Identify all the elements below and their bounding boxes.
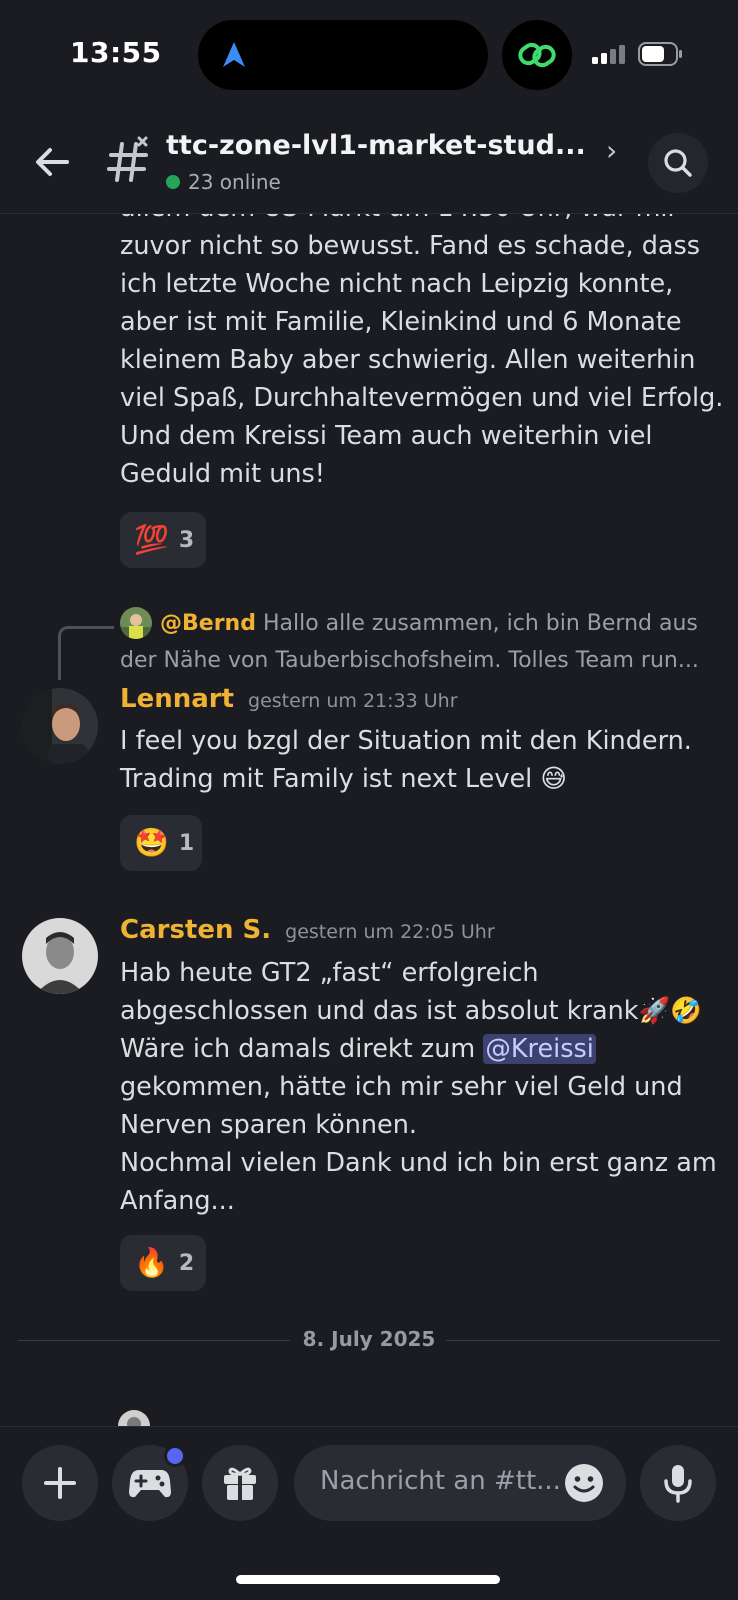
notification-badge [164,1445,186,1467]
search-icon [664,149,692,177]
reaction-fire[interactable]: 🔥 2 [120,1235,206,1291]
avatar-image [118,1410,150,1426]
message-line: kleinem Baby aber schwierig. Allen weite… [120,345,696,375]
message-line: ich letzte Woche nicht nach Leipzig konn… [120,269,674,299]
gamepad-icon [129,1470,171,1498]
avatar-image [22,688,98,764]
reaction-count: 1 [178,830,195,856]
online-label: 23 online [188,170,281,194]
battery-icon [638,42,682,66]
home-indicator[interactable] [236,1575,500,1584]
status-bar: 13:55 [0,0,738,110]
message-line: Trading mit Family ist next Level 😅 [120,764,567,794]
avatar-next[interactable] [118,1410,150,1426]
smile-icon[interactable] [564,1463,604,1503]
message-line: abgeschlossen und das ist absolut krank🚀… [120,996,703,1026]
arrow-left-icon [36,148,69,176]
message-placeholder: Nachricht an #tt... [320,1466,561,1496]
chevron-right-icon[interactable]: › [606,134,617,167]
author-name[interactable]: Lennart [120,684,234,714]
reply-preview[interactable]: @Bernd Hallo alle zusammen, ich bin Bern… [160,607,698,640]
message-line: viel Spaß, Durchhaltevermögen und viel E… [120,383,724,413]
message-line: Geduld mit uns! [120,459,326,489]
message-line: aber ist mit Familie, Kleinkind und 6 Mo… [120,307,682,337]
date-divider: 8. July 2025 [18,1326,720,1354]
signal-icon [592,45,625,64]
channel-title[interactable]: ttc-zone-lvl1-market-stud... [166,130,586,161]
search-button[interactable] [648,133,708,193]
fire-icon: 🔥 [134,1246,169,1279]
message-author-carsten[interactable]: Carsten S. gestern um 22:05 Uhr [120,915,495,945]
composer-bar: Nachricht an #tt... [0,1426,738,1600]
gift-icon [224,1467,256,1500]
link-activity-icon [502,20,572,90]
avatar-carsten[interactable] [22,918,98,994]
dynamic-island [198,20,488,90]
status-time: 13:55 [70,36,162,69]
channel-header: ttc-zone-lvl1-market-stud... › 23 online [0,110,738,214]
star-struck-icon: 🤩 [134,826,169,859]
navigation-arrow-icon [223,42,245,67]
microphone-icon [664,1465,692,1503]
gift-button[interactable] [202,1445,278,1521]
reply-author[interactable]: @Bernd [160,611,256,636]
message-timestamp: gestern um 22:05 Uhr [285,921,495,943]
message-list[interactable]: allem dem US-Markt um 14:30 Uhr, war mir… [0,214,738,1426]
message-author-lennart[interactable]: Lennart gestern um 21:33 Uhr [120,684,458,714]
plus-icon [44,1467,76,1499]
message-line: Nochmal vielen Dank und ich bin erst gan… [120,1148,717,1178]
reply-snippet-1: Hallo alle zusammen, ich bin Bernd aus [262,611,698,636]
avatar-lennart[interactable] [22,688,98,764]
message-timestamp: gestern um 21:33 Uhr [248,690,458,712]
reply-snippet-2: der Nähe von Tauberbischofsheim. Tolles … [120,648,699,673]
reply-connector [58,626,114,680]
reaction-count: 2 [178,1250,195,1276]
avatar-image [22,918,98,994]
reaction-star-struck[interactable]: 🤩 1 [120,815,202,871]
message-line: gekommen, hätte ich mir sehr viel Geld u… [120,1072,683,1102]
message-input[interactable]: Nachricht an #tt... [294,1445,626,1521]
date-label: 8. July 2025 [302,1327,436,1351]
message-line: Und dem Kreissi Team auch weiterhin viel [120,421,653,451]
back-button[interactable] [30,140,74,184]
message-line: allem dem US-Markt um 14:30 Uhr, war mir [120,214,678,227]
message-text: Wäre ich damals direkt zum [120,1034,484,1064]
reaction-count: 3 [178,527,195,553]
user-mention[interactable]: @Kreissi [483,1034,596,1064]
message-line: Nerven sparen können. [120,1110,418,1140]
message-line: I feel you bzgl der Situation mit den Ki… [120,726,692,756]
reaction-hundred[interactable]: 💯 3 [120,512,206,568]
message-line: Wäre ich damals direkt zum @Kreissi [120,1030,596,1068]
hundred-points-icon: 💯 [134,523,169,556]
online-count: 23 online [166,170,281,194]
avatar-image [120,607,152,639]
message-line: Hab heute GT2 „fast“ erfolgreich [120,958,539,988]
message-line: Anfang... [120,1186,235,1216]
message-line: zuvor nicht so bewusst. Fand es schade, … [120,231,701,261]
avatar-bernd[interactable] [120,607,152,639]
add-button[interactable] [22,1445,98,1521]
hash-icon [107,136,148,182]
voice-message-button[interactable] [640,1445,716,1521]
online-dot-icon [166,175,180,189]
author-name[interactable]: Carsten S. [120,915,271,945]
